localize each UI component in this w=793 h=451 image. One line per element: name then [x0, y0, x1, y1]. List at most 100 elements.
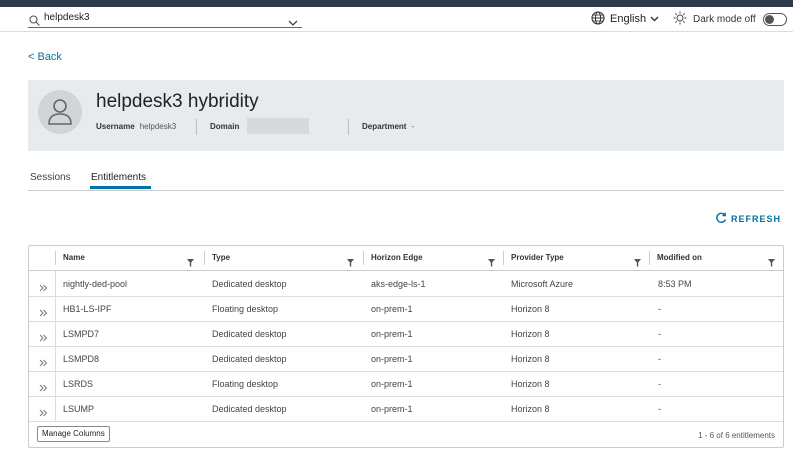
- column-header-modified-on[interactable]: Modified on: [649, 246, 783, 270]
- active-tab-indicator: [90, 186, 151, 189]
- cell-type: Dedicated desktop: [212, 329, 287, 339]
- tab-sessions[interactable]: Sessions: [30, 172, 71, 183]
- refresh-icon: [715, 212, 727, 226]
- sun-icon: [673, 11, 687, 28]
- back-link[interactable]: < Back: [28, 51, 62, 63]
- row-divider: [55, 321, 56, 346]
- dark-mode-toggle-group[interactable]: Dark mode off: [673, 10, 787, 28]
- cell-horizon-edge: aks-edge-ls-1: [371, 279, 426, 289]
- column-header-name[interactable]: Name: [55, 246, 203, 270]
- table-header: Name Type Horizon Edge Provider Type Mod…: [29, 246, 783, 271]
- cell-name: LSMPD8: [63, 354, 100, 364]
- cell-name: HB1-LS-IPF: [63, 304, 112, 314]
- cell-name: nightly-ded-pool: [63, 279, 128, 289]
- column-header-horizon-edge[interactable]: Horizon Edge: [363, 246, 503, 270]
- double-chevron-right-icon[interactable]: [39, 354, 48, 372]
- page-title: helpdesk3 hybridity: [96, 91, 259, 112]
- language-selector[interactable]: English: [591, 10, 659, 28]
- pagination-count: 1 - 6 of 6 entitlements: [698, 431, 775, 440]
- tab-bar: Sessions Entitlements: [28, 168, 784, 191]
- cell-provider-type: Horizon 8: [511, 329, 550, 339]
- search-combobox[interactable]: helpdesk3: [28, 11, 302, 28]
- divider: [196, 119, 197, 135]
- cell-type: Dedicated desktop: [212, 354, 287, 364]
- double-chevron-right-icon[interactable]: [39, 379, 48, 397]
- double-chevron-right-icon[interactable]: [39, 404, 48, 422]
- table-row[interactable]: HB1-LS-IPF Floating desktop on-prem-1 Ho…: [29, 296, 783, 322]
- cell-type: Floating desktop: [212, 379, 279, 389]
- globe-icon: [591, 10, 605, 28]
- row-divider: [55, 396, 56, 421]
- double-chevron-right-icon[interactable]: [39, 329, 48, 347]
- cell-modified-on: -: [658, 379, 661, 389]
- cell-provider-type: Horizon 8: [511, 354, 550, 364]
- table-footer: Manage Columns 1 - 6 of 6 entitlements: [29, 421, 783, 448]
- cell-provider-type: Horizon 8: [511, 404, 550, 414]
- table-row[interactable]: nightly-ded-pool Dedicated desktop aks-e…: [29, 271, 783, 297]
- cell-modified-on: -: [658, 354, 661, 364]
- dark-mode-switch[interactable]: [762, 12, 787, 26]
- cell-horizon-edge: on-prem-1: [371, 329, 413, 339]
- chevron-down-icon[interactable]: [288, 14, 298, 32]
- column-header-label: Provider Type: [511, 253, 564, 262]
- double-chevron-right-icon[interactable]: [39, 304, 48, 322]
- table-row[interactable]: LSMPD8 Dedicated desktop on-prem-1 Horiz…: [29, 346, 783, 372]
- domain-value: [247, 118, 309, 134]
- column-header-label: Horizon Edge: [371, 253, 423, 262]
- table-row[interactable]: LSMPD7 Dedicated desktop on-prem-1 Horiz…: [29, 321, 783, 347]
- domain-field: Domain: [210, 122, 239, 131]
- filter-icon[interactable]: [768, 254, 775, 272]
- manage-columns-button[interactable]: Manage Columns: [37, 426, 110, 442]
- table-row[interactable]: LSUMP Dedicated desktop on-prem-1 Horizo…: [29, 396, 783, 422]
- department-field: Department -: [362, 122, 414, 131]
- divider: [348, 119, 349, 135]
- cell-type: Dedicated desktop: [212, 404, 287, 414]
- cell-type: Dedicated desktop: [212, 279, 287, 289]
- header-bar: helpdesk3 English Dark mode off: [0, 7, 793, 32]
- top-bar: [0, 0, 793, 7]
- department-label: Department: [362, 122, 407, 131]
- table-row[interactable]: LSRDS Floating desktop on-prem-1 Horizon…: [29, 371, 783, 397]
- language-label: English: [610, 13, 647, 25]
- column-header-provider-type[interactable]: Provider Type: [503, 246, 649, 270]
- cell-provider-type: Horizon 8: [511, 379, 550, 389]
- row-divider: [55, 346, 56, 371]
- toggle-knob: [764, 14, 774, 24]
- username-field: Username helpdesk3: [96, 122, 176, 131]
- filter-icon[interactable]: [488, 254, 495, 272]
- username-value: helpdesk3: [139, 122, 177, 131]
- cell-horizon-edge: on-prem-1: [371, 379, 413, 389]
- column-header-label: Name: [63, 253, 85, 262]
- username-label: Username: [96, 122, 135, 131]
- entitlements-table: Name Type Horizon Edge Provider Type Mod…: [28, 245, 784, 448]
- column-header-label: Type: [212, 253, 231, 262]
- row-divider: [55, 296, 56, 321]
- cell-modified-on: -: [658, 404, 661, 414]
- cell-modified-on: 8:53 PM: [658, 279, 692, 289]
- cell-name: LSMPD7: [63, 329, 100, 339]
- cell-name: LSRDS: [63, 379, 94, 389]
- column-header-label: Modified on: [657, 253, 702, 262]
- double-chevron-right-icon[interactable]: [39, 279, 48, 297]
- department-value: -: [411, 122, 415, 131]
- cell-provider-type: Horizon 8: [511, 304, 550, 314]
- user-summary-card: helpdesk3 hybridity Username helpdesk3 Do…: [28, 80, 784, 151]
- filter-icon[interactable]: [187, 254, 194, 272]
- cell-name: LSUMP: [63, 404, 95, 414]
- cell-modified-on: -: [658, 329, 661, 339]
- cell-provider-type: Microsoft Azure: [511, 279, 574, 289]
- domain-label: Domain: [210, 122, 240, 131]
- refresh-button[interactable]: REFRESH: [715, 212, 781, 226]
- row-divider: [55, 371, 56, 396]
- cell-type: Floating desktop: [212, 304, 279, 314]
- row-divider: [55, 271, 56, 296]
- search-input[interactable]: helpdesk3: [44, 12, 90, 23]
- chevron-down-icon: [650, 13, 659, 25]
- cell-horizon-edge: on-prem-1: [371, 304, 413, 314]
- filter-icon[interactable]: [347, 254, 354, 272]
- tab-entitlements[interactable]: Entitlements: [91, 172, 146, 183]
- filter-icon[interactable]: [634, 254, 641, 272]
- column-header-type[interactable]: Type: [204, 246, 363, 270]
- cell-horizon-edge: on-prem-1: [371, 354, 413, 364]
- dark-mode-label: Dark mode off: [693, 13, 756, 25]
